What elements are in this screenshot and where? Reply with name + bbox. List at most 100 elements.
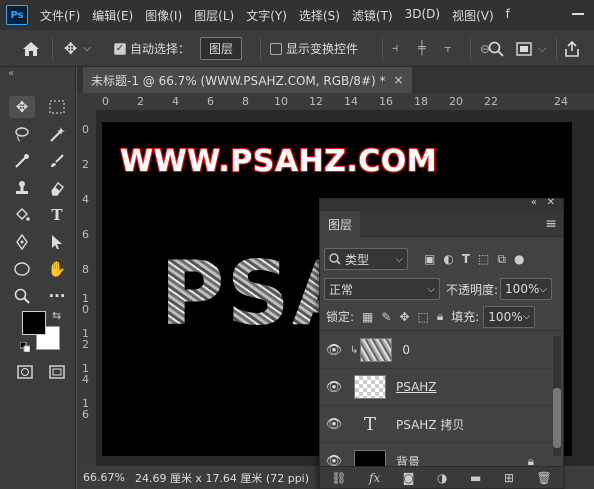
zoom-level[interactable]: 66.67% — [83, 471, 125, 484]
layer-row[interactable]: 👁︎ PSAHZ — [320, 369, 552, 406]
filter-toggle-icon[interactable]: ● — [514, 252, 524, 266]
swap-colors-icon[interactable]: ⇆ — [52, 309, 61, 322]
fill-input[interactable]: 100% ⌵ — [483, 305, 536, 328]
collapse-icon[interactable]: « — [531, 197, 537, 208]
add-mask-icon[interactable]: ◙ — [403, 471, 415, 485]
lock-artboard-icon[interactable]: ⬚ — [418, 310, 429, 324]
foreground-color-swatch[interactable] — [22, 311, 46, 335]
menu-overflow[interactable]: f — [506, 7, 510, 24]
type-tool-icon[interactable]: T — [44, 204, 70, 226]
scroll-thumb[interactable] — [553, 388, 561, 448]
magic-wand-icon[interactable] — [44, 123, 70, 145]
close-icon[interactable]: × — [394, 73, 404, 87]
move-tool-icon[interactable]: ✥ — [9, 96, 35, 118]
filter-kind-dropdown[interactable]: 类型 ⌵ — [324, 248, 408, 270]
eyedropper-icon[interactable] — [9, 150, 35, 172]
chevron-down-icon[interactable]: ⌵ — [538, 30, 546, 67]
menu-filter[interactable]: 滤镜(T) — [352, 7, 393, 24]
panel-header: « ✕ — [320, 197, 563, 211]
align-center-icon[interactable]: ╪ — [418, 30, 426, 67]
menu-view[interactable]: 视图(V) — [452, 7, 494, 24]
eye-icon[interactable]: 👁︎ — [320, 380, 348, 395]
new-layer-icon[interactable]: ⊞ — [504, 471, 514, 485]
adjustment-filter-icon[interactable]: ◐ — [443, 252, 453, 266]
default-colors-icon[interactable] — [19, 341, 31, 353]
document-tab-bar: 未标题-1 @ 66.7% (WWW.PSAHZ.COM, RGB/8#) * … — [77, 67, 594, 93]
lock-transparency-icon[interactable]: ▦ — [362, 310, 373, 324]
fx-icon[interactable]: fx — [369, 471, 380, 485]
menu-file[interactable]: 文件(F) — [40, 7, 80, 24]
link-layers-icon[interactable]: ⛓ — [331, 471, 346, 485]
clipping-mask-icon: ↳ — [350, 344, 359, 356]
lasso-tool-icon[interactable] — [9, 123, 35, 145]
screen-mode-icon[interactable] — [44, 361, 70, 383]
show-transform-checkbox[interactable]: 显示变换控件 — [270, 30, 358, 67]
pen-tool-icon[interactable] — [9, 231, 35, 253]
eraser-icon[interactable] — [44, 177, 70, 199]
auto-select-dropdown[interactable]: 图层 — [200, 37, 243, 60]
ellipse-tool-icon[interactable] — [9, 258, 35, 280]
panel-menu-icon[interactable]: ≡ — [545, 216, 557, 232]
zoom-tool-icon[interactable] — [9, 285, 35, 307]
adjustment-layer-icon[interactable]: ◑ — [437, 471, 447, 485]
paint-bucket-icon[interactable] — [9, 204, 35, 226]
menu-3d[interactable]: 3D(D) — [405, 7, 440, 24]
tools-panel: « ✥ T ✋ ··· ⇆ — [0, 67, 76, 489]
clone-stamp-icon[interactable] — [9, 177, 35, 199]
close-icon[interactable]: ✕ — [547, 197, 555, 208]
filter-kind-value: 类型 — [345, 252, 370, 267]
ruler-tick: 6 — [82, 228, 89, 241]
ruler-tick: 4 — [82, 193, 89, 206]
checkbox-unchecked-icon[interactable] — [270, 42, 282, 55]
workspace-icon[interactable] — [516, 30, 532, 67]
new-group-icon[interactable]: ▬ — [470, 471, 481, 485]
menu-layer[interactable]: 图层(L) — [194, 7, 234, 24]
menu-image[interactable]: 图像(I) — [145, 7, 182, 24]
home-icon[interactable] — [22, 30, 40, 67]
collapse-panel-icon[interactable]: « — [8, 68, 14, 79]
layer-name: PSAHZ 拷贝 — [396, 417, 465, 432]
menu-edit[interactable]: 编辑(E) — [92, 7, 133, 24]
share-icon[interactable] — [564, 30, 580, 67]
layer-row[interactable]: 👁︎ T PSAHZ 拷贝 — [320, 406, 552, 443]
eye-icon[interactable]: 👁︎ — [320, 417, 348, 432]
search-icon[interactable] — [488, 30, 504, 67]
lock-pixels-icon[interactable]: ✎ — [381, 310, 391, 324]
layer-thumbnail — [360, 338, 393, 362]
options-bar: ✥ ⌵ ✓ 自动选择： 图层 显示变换控件 ⫞ ╪ ⫟ ⊖ ⌵ — [0, 30, 594, 67]
checkbox-checked-icon[interactable]: ✓ — [114, 42, 126, 55]
opacity-input[interactable]: 100% ⌵ — [500, 278, 553, 300]
more-tools-icon[interactable]: ··· — [44, 285, 70, 307]
type-filter-icon[interactable]: T — [462, 252, 470, 266]
lock-position-icon[interactable]: ✥ — [399, 310, 409, 324]
align-right-icon[interactable]: ⫟ — [444, 30, 452, 67]
hand-tool-icon[interactable]: ✋ — [44, 258, 70, 280]
document-tab[interactable]: 未标题-1 @ 66.7% (WWW.PSAHZ.COM, RGB/8#) * … — [83, 67, 412, 93]
path-select-icon[interactable] — [44, 231, 70, 253]
type-layer-icon: T — [363, 413, 376, 435]
smart-object-filter-icon[interactable]: ⧉ — [497, 252, 506, 267]
image-filter-icon[interactable]: ▣ — [424, 252, 435, 266]
tab-layers[interactable]: 图层 — [320, 211, 361, 237]
quick-mask-icon[interactable] — [12, 361, 38, 383]
delete-layer-icon[interactable]: 🗑︎ — [536, 471, 551, 485]
lock-all-icon[interactable]: 🔒︎ — [437, 309, 443, 324]
marquee-tool-icon[interactable] — [44, 96, 70, 118]
ruler-tick: 8 — [82, 263, 89, 276]
eye-icon[interactable]: 👁︎ — [320, 343, 348, 358]
chevron-down-icon[interactable]: ⌵ — [83, 43, 91, 54]
layers-scrollbar[interactable] — [553, 336, 561, 456]
auto-select-checkbox[interactable]: ✓ 自动选择： — [114, 30, 190, 67]
ruler-tick: 18 — [414, 95, 428, 108]
shape-filter-icon[interactable]: ⬚ — [478, 252, 489, 266]
blend-mode-dropdown[interactable]: 正常 ⌵ — [324, 278, 440, 300]
chevron-down-icon: ⌵ — [427, 283, 435, 295]
layer-row[interactable]: 👁︎ ↳ 0 — [320, 332, 552, 369]
minimize-icon[interactable] — [572, 13, 584, 15]
move-tool-icon[interactable]: ✥ ⌵ — [64, 30, 91, 67]
brush-icon[interactable] — [44, 150, 70, 172]
menu-select[interactable]: 选择(S) — [299, 7, 340, 24]
layers-tab-row: 图层 ≡ — [320, 211, 563, 237]
align-left-icon[interactable]: ⫞ — [392, 30, 399, 67]
menu-type[interactable]: 文字(Y) — [246, 7, 287, 24]
